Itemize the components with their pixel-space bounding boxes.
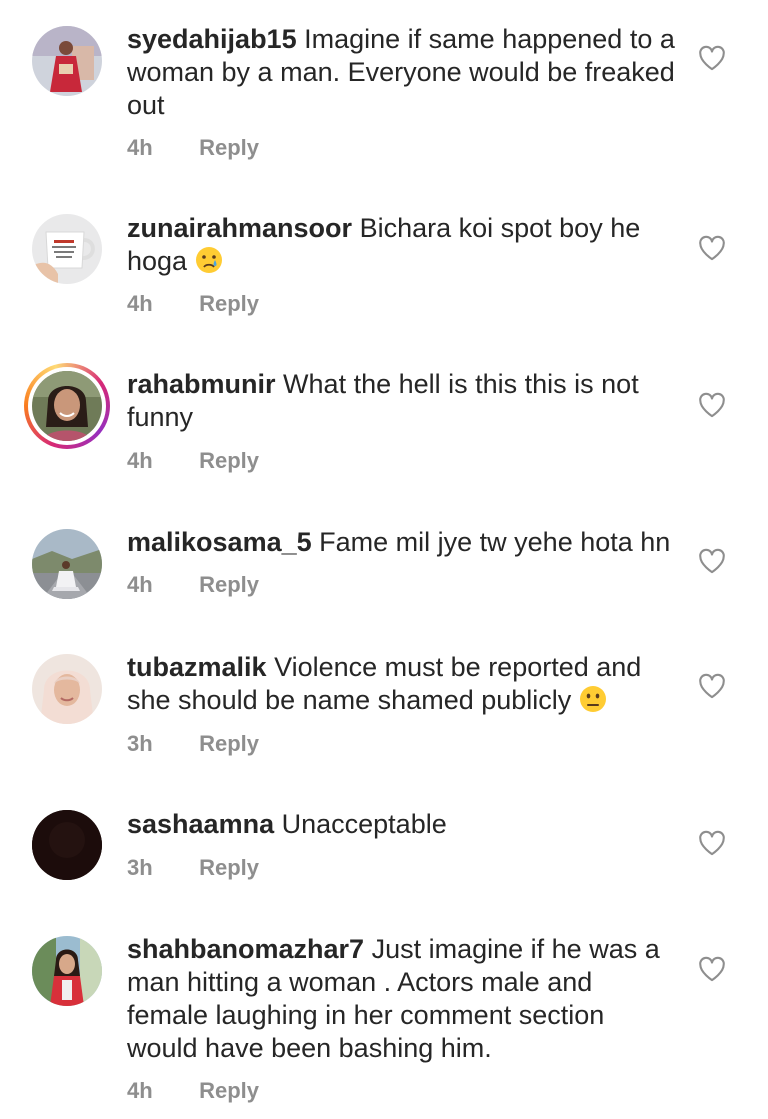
comment-text: zunairahmansoor Bichara koi spot boy he … xyxy=(127,212,675,278)
avatar-photo xyxy=(32,26,102,96)
avatar-story-ring[interactable] xyxy=(24,363,110,449)
comment-meta: 3h Reply xyxy=(127,855,259,881)
comment-username[interactable]: malikosama_5 xyxy=(127,527,312,557)
comment-time: 4h xyxy=(127,135,153,160)
comment-body: Unacceptable xyxy=(281,809,447,839)
comment-meta: 3h Reply xyxy=(127,731,259,757)
heart-outline-icon[interactable] xyxy=(698,45,726,71)
comment-time: 4h xyxy=(127,572,153,597)
avatar[interactable] xyxy=(32,529,102,599)
crying-face-icon xyxy=(195,247,222,273)
reply-button[interactable]: Reply xyxy=(199,731,259,756)
reply-button[interactable]: Reply xyxy=(199,448,259,473)
avatar-photo xyxy=(32,654,102,724)
avatar-photo xyxy=(32,371,102,441)
heart-outline-icon[interactable] xyxy=(698,392,726,418)
comment-text: shahbanomazhar7 Just imagine if he was a… xyxy=(127,933,675,1065)
comment-username[interactable]: tubazmalik xyxy=(127,652,267,682)
avatar-photo xyxy=(32,214,102,284)
comment-time: 3h xyxy=(127,731,153,756)
heart-outline-icon[interactable] xyxy=(698,235,726,261)
comment-username[interactable]: sashaamna xyxy=(127,809,274,839)
reply-button[interactable]: Reply xyxy=(199,291,259,316)
avatar[interactable] xyxy=(32,214,102,284)
avatar[interactable] xyxy=(32,810,102,880)
avatar-photo xyxy=(32,529,102,599)
comment-time: 3h xyxy=(127,855,153,880)
comment-username[interactable]: zunairahmansoor xyxy=(127,213,352,243)
comment-username[interactable]: syedahijab15 xyxy=(127,24,297,54)
avatar[interactable] xyxy=(32,936,102,1006)
comment-meta: 4h Reply xyxy=(127,572,259,598)
neutral-face-icon xyxy=(579,686,606,712)
comment-text: syedahijab15 Imagine if same happened to… xyxy=(127,23,675,122)
reply-button[interactable]: Reply xyxy=(199,855,259,880)
comment-text: rahabmunir What the hell is this this is… xyxy=(127,368,675,434)
comment-text: tubazmalik Violence must be reported and… xyxy=(127,651,675,717)
comment-time: 4h xyxy=(127,1078,153,1103)
avatar-photo xyxy=(32,936,102,1006)
comment-time: 4h xyxy=(127,291,153,316)
reply-button[interactable]: Reply xyxy=(199,1078,259,1103)
avatar[interactable] xyxy=(32,26,102,96)
reply-button[interactable]: Reply xyxy=(199,135,259,160)
comment-meta: 4h Reply xyxy=(127,135,259,161)
heart-outline-icon[interactable] xyxy=(698,956,726,982)
comment-time: 4h xyxy=(127,448,153,473)
comment-username[interactable]: shahbanomazhar7 xyxy=(127,934,364,964)
heart-outline-icon[interactable] xyxy=(698,830,726,856)
avatar-photo xyxy=(32,810,102,880)
comment-text: sashaamna Unacceptable xyxy=(127,808,675,841)
comment-body: Fame mil jye tw yehe hota hn xyxy=(319,527,671,557)
comment-meta: 4h Reply xyxy=(127,1078,259,1104)
heart-outline-icon[interactable] xyxy=(698,673,726,699)
reply-button[interactable]: Reply xyxy=(199,572,259,597)
comment-text: malikosama_5 Fame mil jye tw yehe hota h… xyxy=(127,526,675,559)
avatar[interactable] xyxy=(32,654,102,724)
comment-meta: 4h Reply xyxy=(127,448,259,474)
heart-outline-icon[interactable] xyxy=(698,548,726,574)
comment-meta: 4h Reply xyxy=(127,291,259,317)
comment-username[interactable]: rahabmunir xyxy=(127,369,276,399)
